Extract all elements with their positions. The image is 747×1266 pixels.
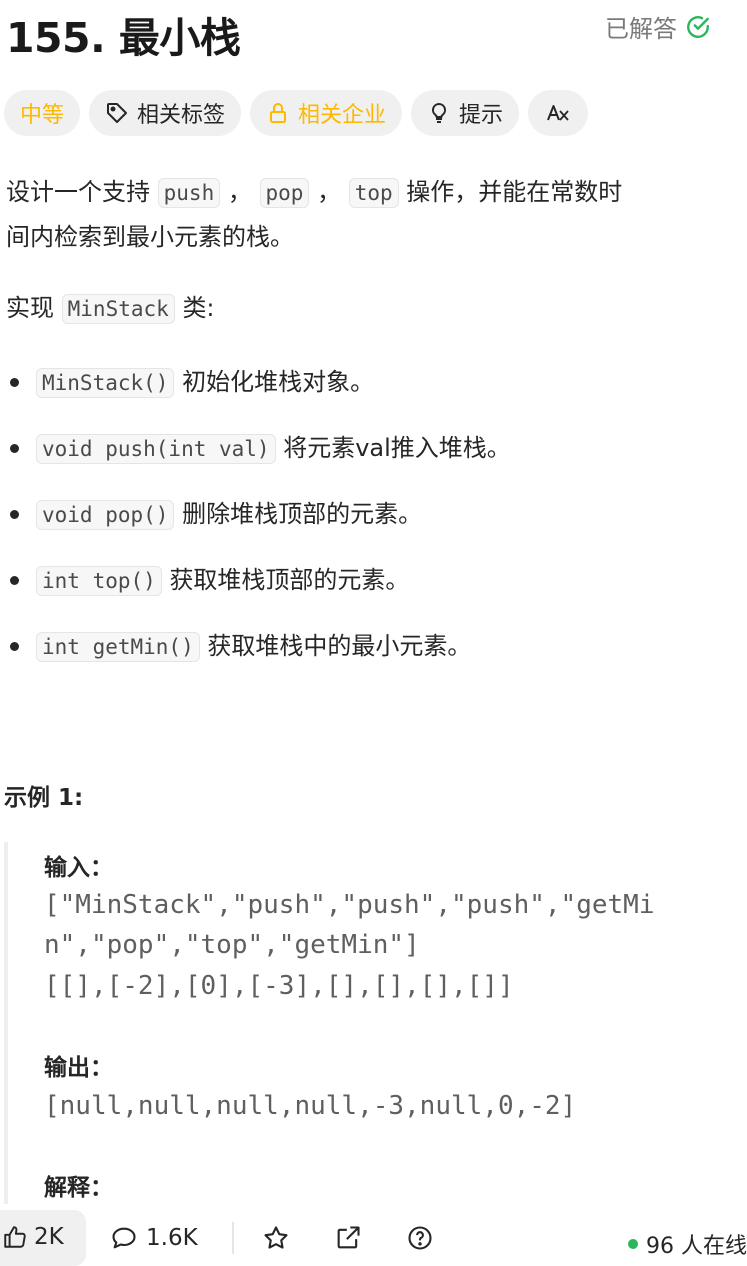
code-top: top	[348, 178, 399, 208]
input-line-2: n","pop","top","getMin"]	[44, 930, 420, 960]
online-status-dot	[628, 1239, 638, 1249]
page-title: 155. 最小栈	[6, 14, 241, 62]
method-description: 获取堆栈中的最小元素。	[207, 632, 472, 660]
tag-row: 中等 相关标签 相关企业 提示	[4, 90, 589, 136]
explanation-label: 解释：	[44, 1175, 113, 1201]
code-push: push	[157, 178, 221, 208]
thumbs-up-icon	[4, 1226, 26, 1248]
intro-text: 操作，并能在常数时	[406, 178, 623, 206]
impl-text: 实现	[6, 294, 54, 322]
favorite-button[interactable]	[262, 1224, 290, 1252]
impl-text: 类:	[182, 294, 215, 322]
separator: ，	[317, 178, 342, 206]
method-code: int top()	[36, 566, 162, 596]
title-row: 155. 最小栈 已解答	[6, 0, 741, 62]
online-label: 96 人在线	[646, 1234, 747, 1259]
list-item: int top() 获取堆栈顶部的元素。	[6, 558, 511, 624]
example-block: 输入： ["MinStack","push","push","push","ge…	[4, 842, 728, 1204]
intro-paragraph: 设计一个支持 push ， pop ， top 操作，并能在常数时 间内检索到最…	[6, 170, 622, 259]
online-count: 96 人在线	[628, 1228, 747, 1260]
method-code: int getMin()	[36, 632, 200, 662]
comments-button[interactable]: 1.6K	[110, 1224, 198, 1252]
separator: ，	[227, 178, 252, 206]
difficulty-badge[interactable]: 中等	[4, 90, 81, 136]
list-item: MinStack() 初始化堆栈对象。	[6, 360, 511, 426]
code-minstack: MinStack	[61, 294, 175, 324]
intro-text-line2: 间内检索到最小元素的栈。	[6, 223, 294, 251]
solved-status: 已解答	[605, 9, 711, 44]
help-button[interactable]	[406, 1224, 434, 1252]
like-count: 2K	[34, 1224, 64, 1250]
method-description: 初始化堆栈对象。	[182, 368, 375, 396]
solved-label: 已解答	[605, 15, 677, 43]
output-line: [null,null,null,null,-3,null,0,-2]	[44, 1091, 577, 1121]
intro-text: 设计一个支持	[6, 178, 150, 206]
method-code: MinStack()	[36, 368, 175, 398]
related-tags-label: 相关标签	[137, 103, 226, 128]
comment-icon	[112, 1227, 136, 1249]
translate-button[interactable]	[528, 90, 589, 136]
code-pop: pop	[259, 178, 310, 208]
output-label: 输出：	[44, 1055, 113, 1081]
like-button[interactable]: 2K	[0, 1210, 86, 1266]
hint-label: 提示	[459, 103, 504, 128]
star-icon	[264, 1226, 288, 1249]
related-companies-button[interactable]: 相关企业	[250, 90, 403, 136]
related-tags-button[interactable]: 相关标签	[89, 90, 242, 136]
implement-paragraph: 实现 MinStack 类:	[6, 286, 215, 331]
method-list: MinStack() 初始化堆栈对象。 void push(int val) 将…	[6, 360, 511, 690]
list-item: void push(int val) 将元素val推入堆栈。	[6, 426, 511, 492]
bottom-action-bar: 2K 1.6K 96 人在线	[0, 1210, 747, 1266]
lightbulb-icon	[432, 102, 447, 123]
input-line-1: ["MinStack","push","push","push","getMi	[44, 890, 655, 920]
translate-icon	[547, 105, 569, 121]
divider	[232, 1222, 234, 1254]
method-description: 将元素val推入堆栈。	[283, 434, 511, 462]
check-circle-icon	[687, 15, 709, 38]
method-description: 获取堆栈顶部的元素。	[169, 566, 410, 594]
share-button[interactable]	[334, 1224, 362, 1252]
tag-icon	[107, 103, 128, 123]
related-companies-label: 相关企业	[298, 103, 387, 128]
list-item: void pop() 删除堆栈顶部的元素。	[6, 492, 511, 558]
question-icon	[408, 1226, 432, 1250]
input-label: 输入：	[44, 855, 113, 881]
comment-count: 1.6K	[146, 1225, 198, 1251]
method-code: void pop()	[36, 500, 175, 530]
lock-icon	[270, 103, 287, 123]
method-code: void push(int val)	[36, 434, 276, 464]
difficulty-label: 中等	[20, 103, 65, 128]
example-title: 示例 1:	[4, 785, 84, 811]
list-item: int getMin() 获取堆栈中的最小元素。	[6, 624, 511, 690]
external-link-icon	[337, 1226, 360, 1249]
hint-button[interactable]: 提示	[411, 90, 520, 136]
method-description: 删除堆栈顶部的元素。	[182, 500, 423, 528]
input-line-3: [[],[-2],[0],[-3],[],[],[],[]]	[44, 971, 514, 1001]
